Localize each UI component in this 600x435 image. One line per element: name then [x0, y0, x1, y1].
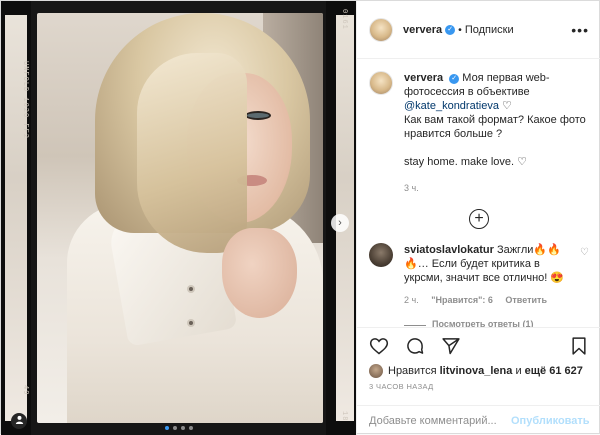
next-photo-button[interactable]: › [331, 214, 349, 232]
heart-icon [369, 337, 389, 354]
heart-outline-icon: ♡ [517, 156, 527, 168]
comment-age: 2 ч. [404, 295, 419, 305]
separator-dot: • [458, 23, 462, 36]
comment-item: sviatoslavlokatur Зажгли🔥🔥🔥… Если будет … [369, 243, 589, 307]
bookmark-icon [572, 336, 586, 355]
likes-and: и [515, 365, 522, 377]
comment-likes[interactable]: "Нравится": 6 [431, 295, 493, 305]
user-tag-icon[interactable] [11, 413, 27, 429]
coat-button [187, 319, 195, 327]
instagram-post: UNFOLD 1020 FF2 49 0161 18 › ververa ✓ •… [0, 0, 600, 435]
film-number-right-bottom: 18 [340, 410, 348, 421]
like-button[interactable] [367, 334, 391, 358]
publish-button[interactable]: Опубликовать [511, 415, 590, 427]
liker-avatar[interactable] [369, 364, 383, 378]
caption-tagline: stay home. make love. [404, 156, 515, 168]
author-avatar[interactable] [369, 17, 393, 42]
add-comment-bar: Опубликовать [357, 405, 600, 435]
post-media[interactable]: UNFOLD 1020 FF2 49 0161 18 › [1, 1, 356, 435]
coat-button [187, 285, 195, 293]
commenter-avatar[interactable] [369, 243, 393, 267]
comments-section[interactable]: ververa ✓ Моя первая web-фотосессия в об… [357, 59, 600, 327]
heart-outline-icon: ♡ [502, 100, 512, 112]
caption-avatar[interactable] [369, 71, 393, 95]
liker-username[interactable]: litvinova_lena [440, 365, 513, 377]
likes-summary: Нравится litvinova_lena и ещё 61 627 [369, 361, 589, 381]
comment-like-icon[interactable]: ♡ [580, 247, 589, 258]
post-header: ververa ✓ • Подписки ••• [357, 1, 600, 59]
author-username[interactable]: ververa [403, 24, 442, 36]
hand [222, 228, 297, 318]
film-code-left: UNFOLD 1020 FF2 [21, 61, 29, 140]
more-icon[interactable]: ••• [571, 22, 589, 38]
action-bar [357, 327, 600, 363]
load-more-comments-icon[interactable]: + [469, 209, 489, 229]
comment-input[interactable] [369, 414, 511, 427]
caption-question: Как вам такой формат? Какое фото нравитс… [404, 114, 586, 140]
post-sidebar: ververa ✓ • Подписки ••• ververa ✓ Моя п… [356, 1, 600, 435]
share-icon [442, 337, 460, 354]
caption-username[interactable]: ververa [404, 72, 443, 84]
reply-button[interactable]: Ответить [505, 295, 547, 305]
eye [245, 111, 271, 120]
share-button[interactable] [439, 334, 463, 358]
likes-count[interactable]: ещё 61 627 [525, 365, 583, 377]
hair-front [137, 53, 247, 253]
following-button[interactable]: Подписки [465, 24, 514, 36]
caption-mention[interactable]: @kate_kondratieva [404, 100, 499, 112]
commenter-username[interactable]: sviatoslavlokatur [404, 244, 494, 256]
carousel-dot [172, 426, 177, 430]
carousel-dot-active [164, 426, 169, 430]
verified-icon: ✓ [449, 74, 460, 84]
comment-button[interactable] [403, 334, 427, 358]
film-number-right-top: 0161 [340, 9, 348, 30]
view-replies-link[interactable]: Посмотреть ответы (1) [369, 319, 589, 327]
portrait-photo [37, 13, 323, 423]
carousel-dots [1, 426, 356, 430]
carousel-dot [188, 426, 193, 430]
post-caption: ververa ✓ Моя первая web-фотосессия в об… [369, 71, 589, 195]
comment-icon [407, 337, 424, 354]
film-number-left: 49 [21, 384, 29, 395]
verified-icon: ✓ [445, 24, 456, 35]
comment-meta: 2 ч. "Нравится": 6 Ответить [404, 293, 579, 307]
likes-prefix: Нравится [388, 365, 437, 377]
caption-body: ververa ✓ Моя первая web-фотосессия в об… [404, 71, 589, 195]
comment-body: sviatoslavlokatur Зажгли🔥🔥🔥… Если будет … [404, 243, 579, 307]
save-button[interactable] [567, 334, 591, 358]
chevron-right-icon: › [338, 217, 342, 229]
post-timestamp[interactable]: 3 ЧАСОВ НАЗАД [369, 382, 434, 391]
carousel-dot [180, 426, 185, 430]
caption-age: 3 ч. [404, 183, 419, 193]
